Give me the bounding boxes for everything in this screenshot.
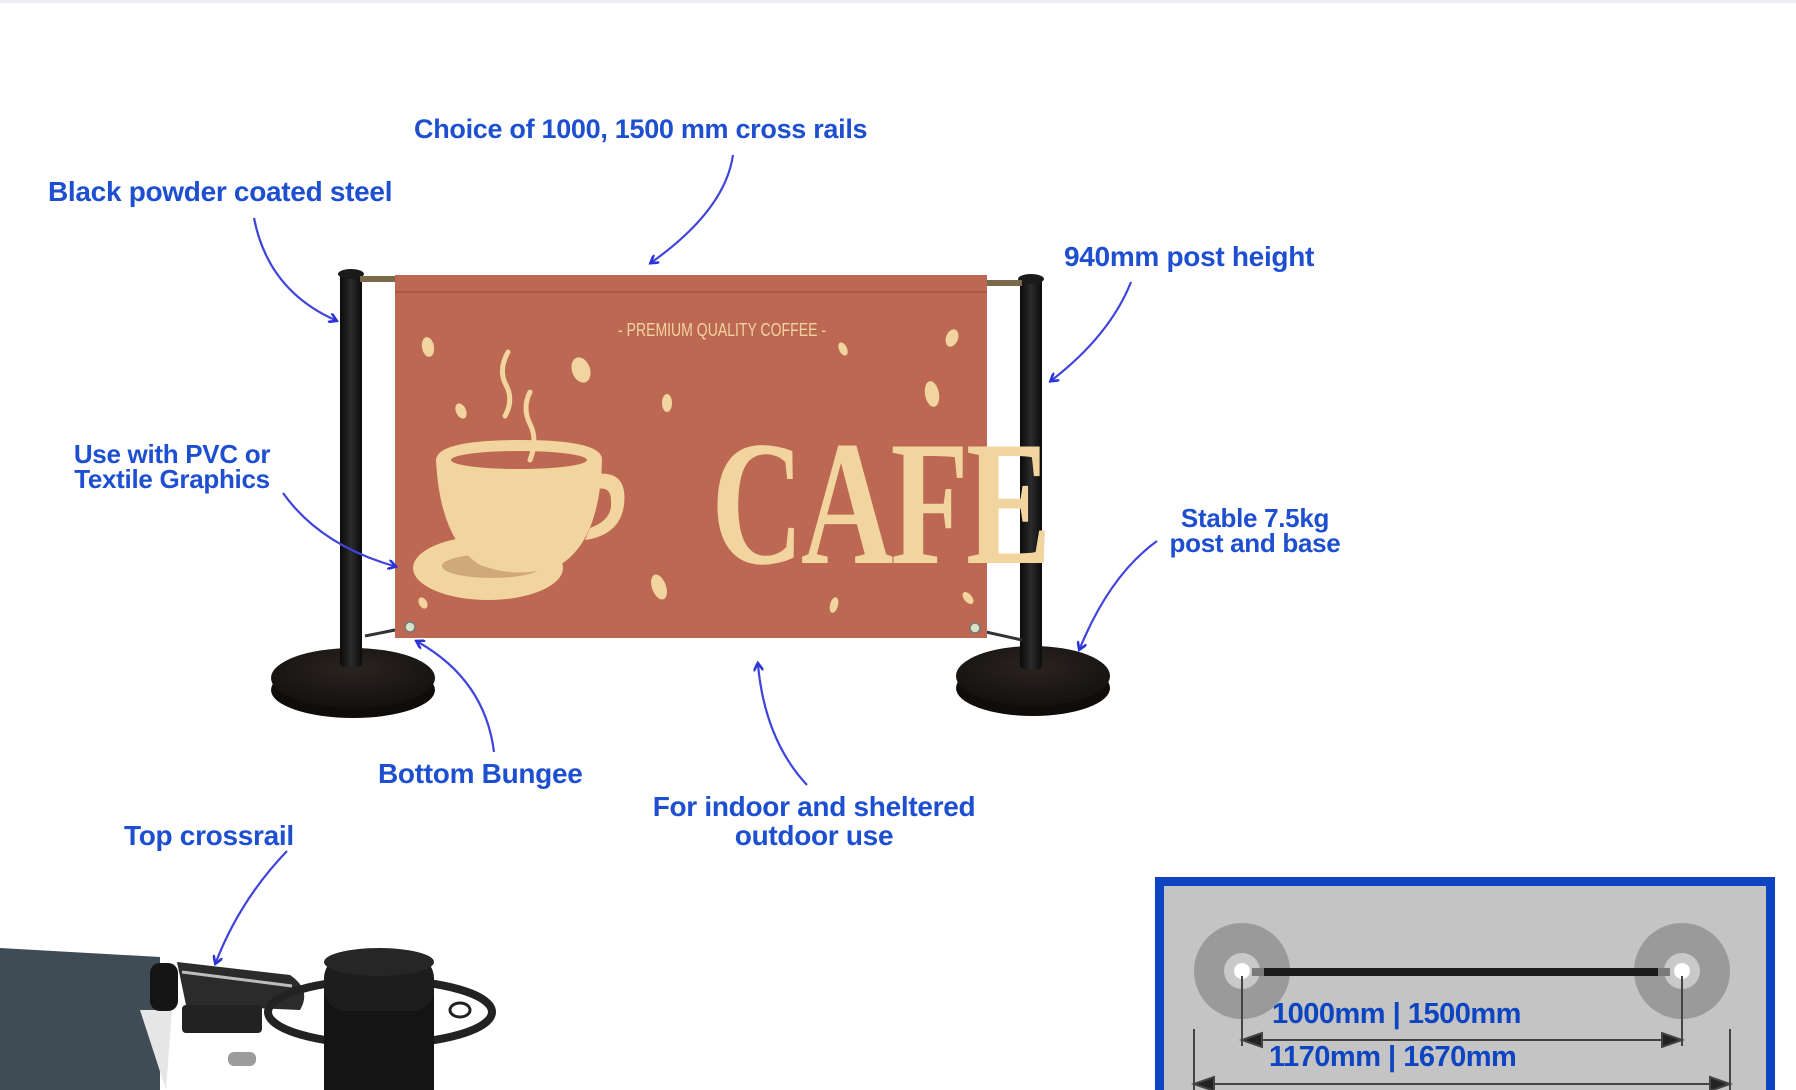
callout-graphics: Use with PVC or Textile Graphics bbox=[66, 441, 278, 494]
arrow-graphics bbox=[282, 492, 394, 566]
outer-dimension-label: 1170mm | 1670mm bbox=[1269, 1041, 1517, 1073]
arrow-stable-base bbox=[1080, 540, 1158, 648]
callout-graphics-line-2: Textile Graphics bbox=[74, 464, 270, 494]
callout-bungee: Bottom Bungee bbox=[378, 758, 583, 789]
left-post bbox=[340, 272, 362, 667]
dimension-diagram: 1000mm | 1500mm 1170mm | 1670mm bbox=[1155, 877, 1775, 1090]
arrow-cross-rails bbox=[652, 154, 735, 262]
banner-headline: CAFE bbox=[711, 404, 1051, 602]
arrow-indoor bbox=[758, 665, 808, 786]
crossrail-plan-bar bbox=[1262, 968, 1660, 976]
callout-indoor-line-1: For indoor and sheltered bbox=[652, 791, 976, 822]
arrow-post-height bbox=[1052, 281, 1133, 380]
callout-steel: Black powder coated steel bbox=[48, 176, 393, 207]
arrow-crossrail bbox=[216, 850, 288, 962]
grommet-right bbox=[969, 622, 981, 634]
callout-cross-rails: Choice of 1000, 1500 mm cross rails bbox=[414, 114, 868, 144]
arrow-steel bbox=[252, 217, 335, 320]
banner-tagline: - PREMIUM QUALITY COFFEE - bbox=[618, 320, 827, 340]
grommet-left bbox=[404, 621, 416, 633]
inner-dimension-label: 1000mm | 1500mm bbox=[1272, 998, 1521, 1030]
callout-stable-base: Stable 7.5kg post and base bbox=[1164, 505, 1346, 558]
callout-stable-base-line-2: post and base bbox=[1169, 528, 1341, 558]
callout-crossrail: Top crossrail bbox=[124, 820, 294, 851]
callout-post-height: 940mm post height bbox=[1064, 241, 1315, 272]
callout-indoor-line-2: outdoor use bbox=[734, 820, 894, 851]
callout-indoor: For indoor and sheltered outdoor use bbox=[644, 792, 984, 850]
crossrail-detail-photo bbox=[0, 948, 496, 1090]
